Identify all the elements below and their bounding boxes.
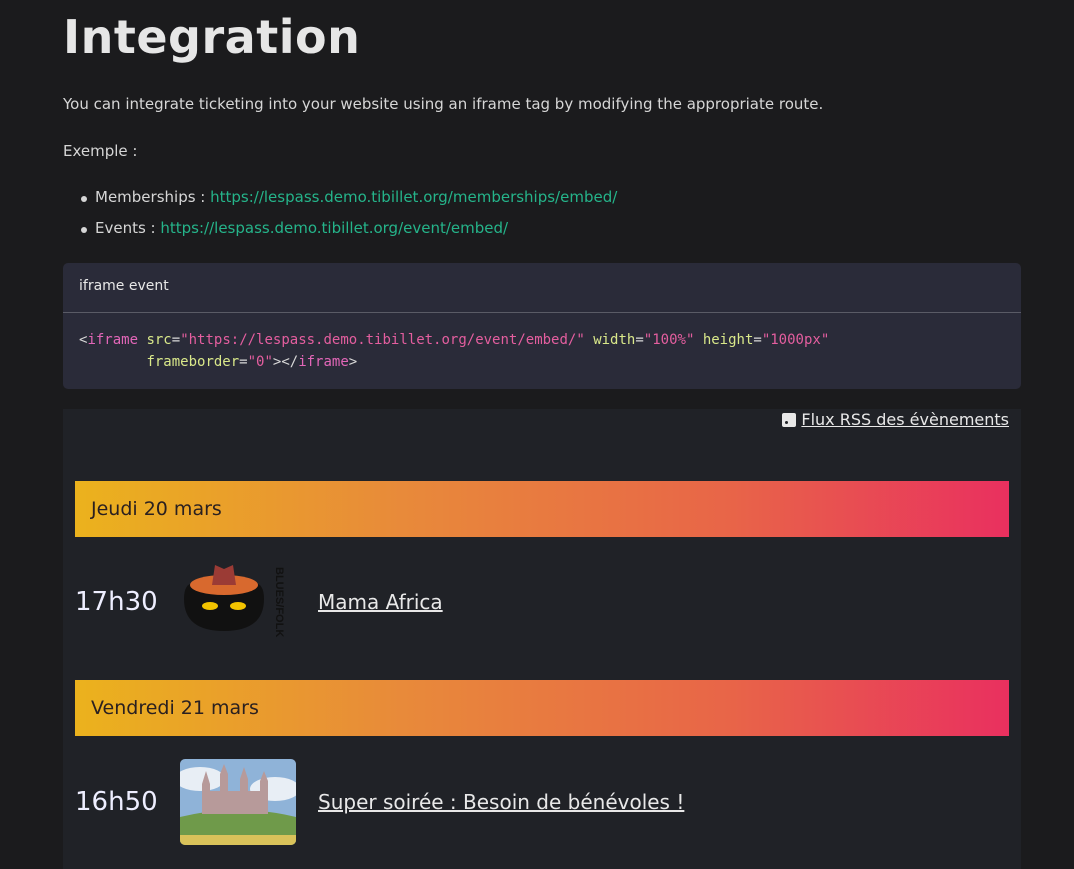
example-label: Exemple : — [63, 142, 138, 160]
events-embed-link[interactable]: https://lespass.demo.tibillet.org/event/… — [160, 219, 508, 237]
rss-label: Flux RSS des évènements — [801, 410, 1009, 429]
code-tag: iframe — [298, 354, 349, 370]
cat-cowboy-icon: BLUES/FOLK — [184, 565, 285, 637]
event-time: 17h30 — [75, 587, 158, 617]
link-label: Memberships : — [95, 188, 211, 206]
code-card-title: iframe event — [63, 263, 1021, 313]
memberships-embed-link[interactable]: https://lespass.demo.tibillet.org/member… — [210, 188, 617, 206]
event-row[interactable]: 16h50 Super soirée : Besoin de bénévoles… — [75, 759, 684, 845]
rss-icon — [782, 412, 797, 427]
event-time: 16h50 — [75, 787, 158, 817]
code-value: "1000px" — [761, 332, 830, 348]
page-title: Integration — [63, 10, 361, 64]
example-links: Memberships : https://lespass.demo.tibil… — [81, 188, 617, 250]
code-attr: width — [593, 332, 636, 348]
code-tag: iframe — [87, 332, 139, 348]
code-block[interactable]: <iframe src="https://lespass.demo.tibill… — [63, 313, 1021, 389]
code-attr: frameborder — [146, 354, 240, 370]
day-header: Jeudi 20 mars — [75, 481, 1009, 537]
intro-text: You can integrate ticketing into your we… — [63, 95, 824, 113]
image-text: BLUES/FOLK — [273, 567, 285, 637]
event-title-link[interactable]: Super soirée : Besoin de bénévoles ! — [318, 790, 684, 814]
castle-image — [180, 759, 296, 845]
event-row[interactable]: 17h30 BLUES/FOLK Mama Africa — [75, 559, 443, 645]
link-label: Events : — [95, 219, 161, 237]
event-title-link[interactable]: Mama Africa — [318, 590, 443, 614]
event-image[interactable] — [180, 759, 296, 845]
list-item: Memberships : https://lespass.demo.tibil… — [81, 188, 617, 219]
rss-feed-link[interactable]: Flux RSS des évènements — [782, 410, 1009, 429]
list-item: Events : https://lespass.demo.tibillet.o… — [81, 219, 617, 250]
code-value: "https://lespass.demo.tibillet.org/event… — [180, 332, 585, 348]
code-card: iframe event <iframe src="https://lespas… — [63, 263, 1021, 389]
embedded-iframe: Flux RSS des évènements Jeudi 20 mars 17… — [63, 409, 1021, 869]
code-value: "0" — [247, 354, 273, 370]
code-attr: height — [702, 332, 754, 348]
event-image[interactable]: BLUES/FOLK — [180, 559, 296, 645]
code-value: "100%" — [643, 332, 695, 348]
day-header: Vendredi 21 mars — [75, 680, 1009, 736]
code-attr: src — [146, 332, 172, 348]
